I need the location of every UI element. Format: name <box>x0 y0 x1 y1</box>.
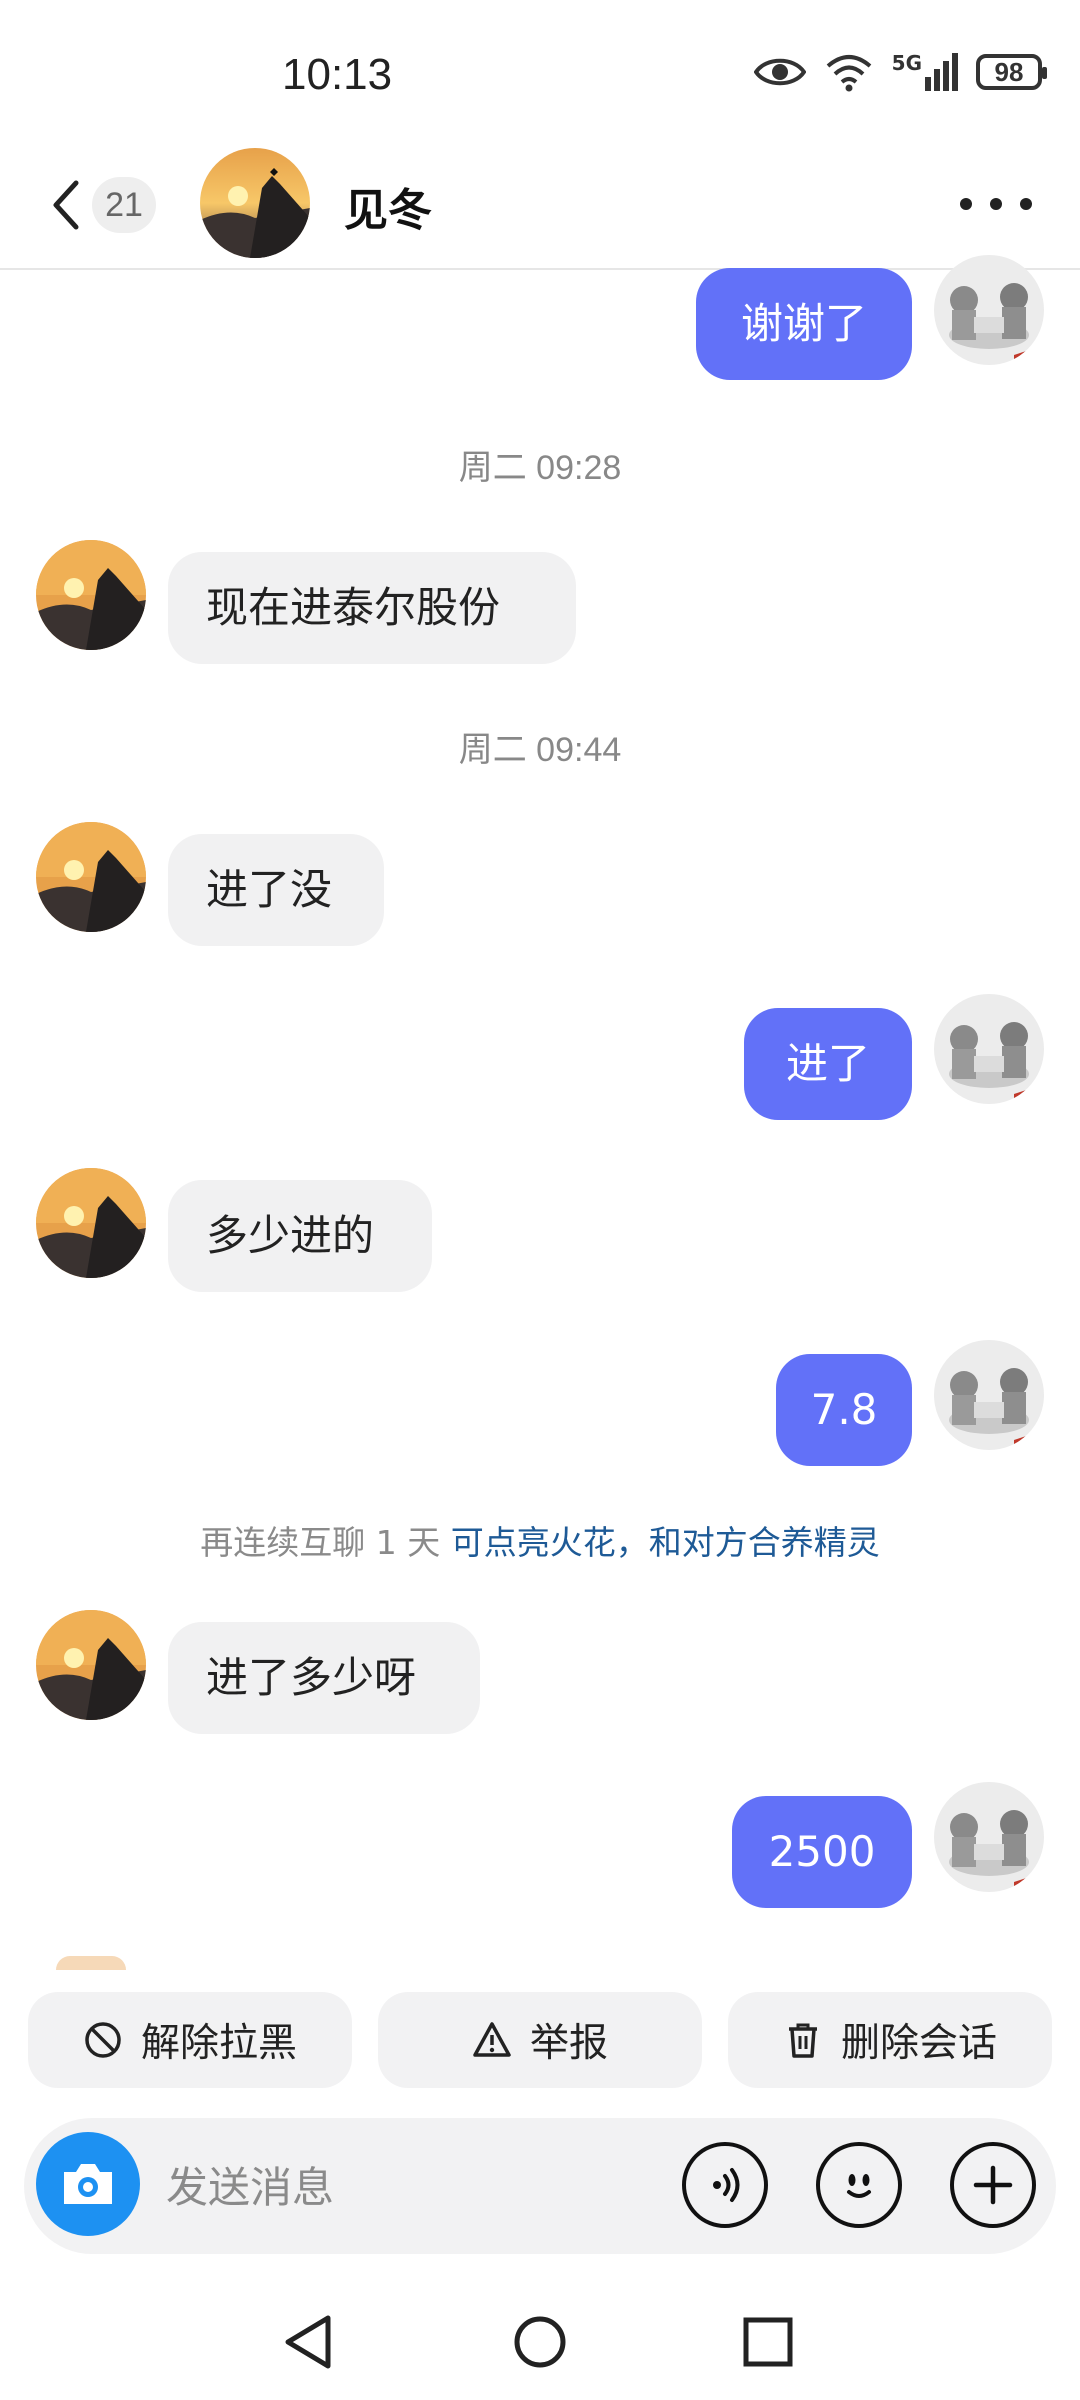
block-icon <box>85 2022 121 2058</box>
system-navigation-bar <box>0 2280 1080 2400</box>
sunset-mountain-avatar-image <box>200 148 310 258</box>
self-avatar-image <box>934 1782 1044 1892</box>
my-avatar[interactable] <box>934 1340 1044 1450</box>
message-bubble-outgoing[interactable]: 谢谢了 <box>696 268 912 380</box>
partial-contact-avatar <box>56 1956 126 1970</box>
delete-conversation-button[interactable]: 删除会话 <box>728 1992 1052 2088</box>
camera-icon <box>64 2164 112 2204</box>
nav-home-icon[interactable] <box>512 2314 568 2370</box>
voice-icon <box>713 2168 740 2202</box>
contact-avatar[interactable] <box>36 822 146 932</box>
unblock-label: 解除拉黑 <box>140 2021 297 2066</box>
message-bubble-incoming[interactable]: 现在进泰尔股份 <box>168 552 576 664</box>
wifi-icon <box>826 55 871 92</box>
nav-recents-icon[interactable] <box>742 2316 794 2368</box>
dot <box>960 198 972 210</box>
report-label: 举报 <box>529 2021 608 2066</box>
sunset-mountain-avatar-image <box>36 822 146 932</box>
warning-icon <box>473 2022 511 2057</box>
message-text: 进了多少呀 <box>206 1653 417 1702</box>
cellular-signal-icon: 5G <box>892 53 958 91</box>
status-time: 10:13 <box>282 50 393 99</box>
status-bar: 10:13 5G 98 <box>0 0 1080 140</box>
my-avatar[interactable] <box>934 994 1044 1104</box>
voice-button[interactable] <box>682 2142 768 2228</box>
my-avatar[interactable] <box>934 1782 1044 1892</box>
more-options-button[interactable] <box>960 184 1032 224</box>
chat-header: 21 见冬 <box>0 140 1080 270</box>
message-text: 多少进的 <box>206 1211 375 1260</box>
delete-label: 删除会话 <box>840 2021 997 2066</box>
emoji-button[interactable] <box>816 2142 902 2228</box>
contact-avatar[interactable] <box>36 1168 146 1278</box>
message-timestamp: 周二 09:28 <box>458 449 622 487</box>
eye-icon <box>753 58 806 86</box>
message-text: 2500 <box>768 1827 876 1876</box>
message-text: 进了 <box>785 1039 870 1088</box>
self-avatar-image <box>934 255 1044 365</box>
unblock-button[interactable]: 解除拉黑 <box>28 1992 352 2088</box>
unread-count-badge: 21 <box>92 177 156 233</box>
back-button[interactable]: 21 <box>50 174 170 236</box>
contact-avatar[interactable] <box>36 1610 146 1720</box>
sunset-mountain-avatar-image <box>36 1168 146 1278</box>
network-type: 5G <box>891 51 922 75</box>
chevron-left-icon <box>53 180 79 230</box>
battery-icon: 98 <box>976 54 1047 90</box>
contact-name[interactable]: 见冬 <box>344 174 432 238</box>
sunset-mountain-avatar-image <box>36 540 146 650</box>
add-attachment-button[interactable] <box>950 2142 1036 2228</box>
emoji-icon <box>847 2174 871 2198</box>
spark-notice-link[interactable]: 可点亮火花，和对方合养精灵 <box>451 1523 880 1562</box>
spark-notice-text: 再连续互聊 1 天 <box>200 1523 441 1562</box>
battery-level: 98 <box>994 56 1024 87</box>
message-text: 7.8 <box>810 1385 878 1434</box>
report-button[interactable]: 举报 <box>378 1992 702 2088</box>
trash-icon <box>788 2023 817 2058</box>
contact-avatar[interactable] <box>36 540 146 650</box>
dot <box>990 198 1002 210</box>
spark-notice: 再连续互聊 1 天 可点亮火花，和对方合养精灵 <box>0 1516 1080 1564</box>
message-bubble-outgoing[interactable]: 7.8 <box>776 1354 912 1466</box>
message-bubble-incoming[interactable]: 进了多少呀 <box>168 1622 480 1734</box>
plus-icon <box>973 2165 1013 2205</box>
message-timestamp: 周二 09:44 <box>458 731 622 769</box>
message-bubble-incoming[interactable]: 进了没 <box>168 834 384 946</box>
camera-button[interactable] <box>36 2132 140 2236</box>
self-avatar-image <box>934 994 1044 1104</box>
contact-avatar[interactable] <box>200 148 310 258</box>
message-text: 进了没 <box>206 865 333 914</box>
self-avatar-image <box>934 1340 1044 1450</box>
message-bubble-incoming[interactable]: 多少进的 <box>168 1180 432 1292</box>
message-input[interactable] <box>164 2148 688 2226</box>
sunset-mountain-avatar-image <box>36 1610 146 1720</box>
my-avatar[interactable] <box>934 255 1044 365</box>
message-input-bar <box>24 2118 1056 2254</box>
status-icons: 5G 98 <box>753 52 1047 92</box>
message-text: 谢谢了 <box>740 299 867 348</box>
message-bubble-outgoing[interactable]: 进了 <box>744 1008 912 1120</box>
dot <box>1020 198 1032 210</box>
message-text: 现在进泰尔股份 <box>206 583 501 632</box>
message-bubble-outgoing[interactable]: 2500 <box>732 1796 912 1908</box>
nav-back-icon[interactable] <box>282 2314 336 2370</box>
